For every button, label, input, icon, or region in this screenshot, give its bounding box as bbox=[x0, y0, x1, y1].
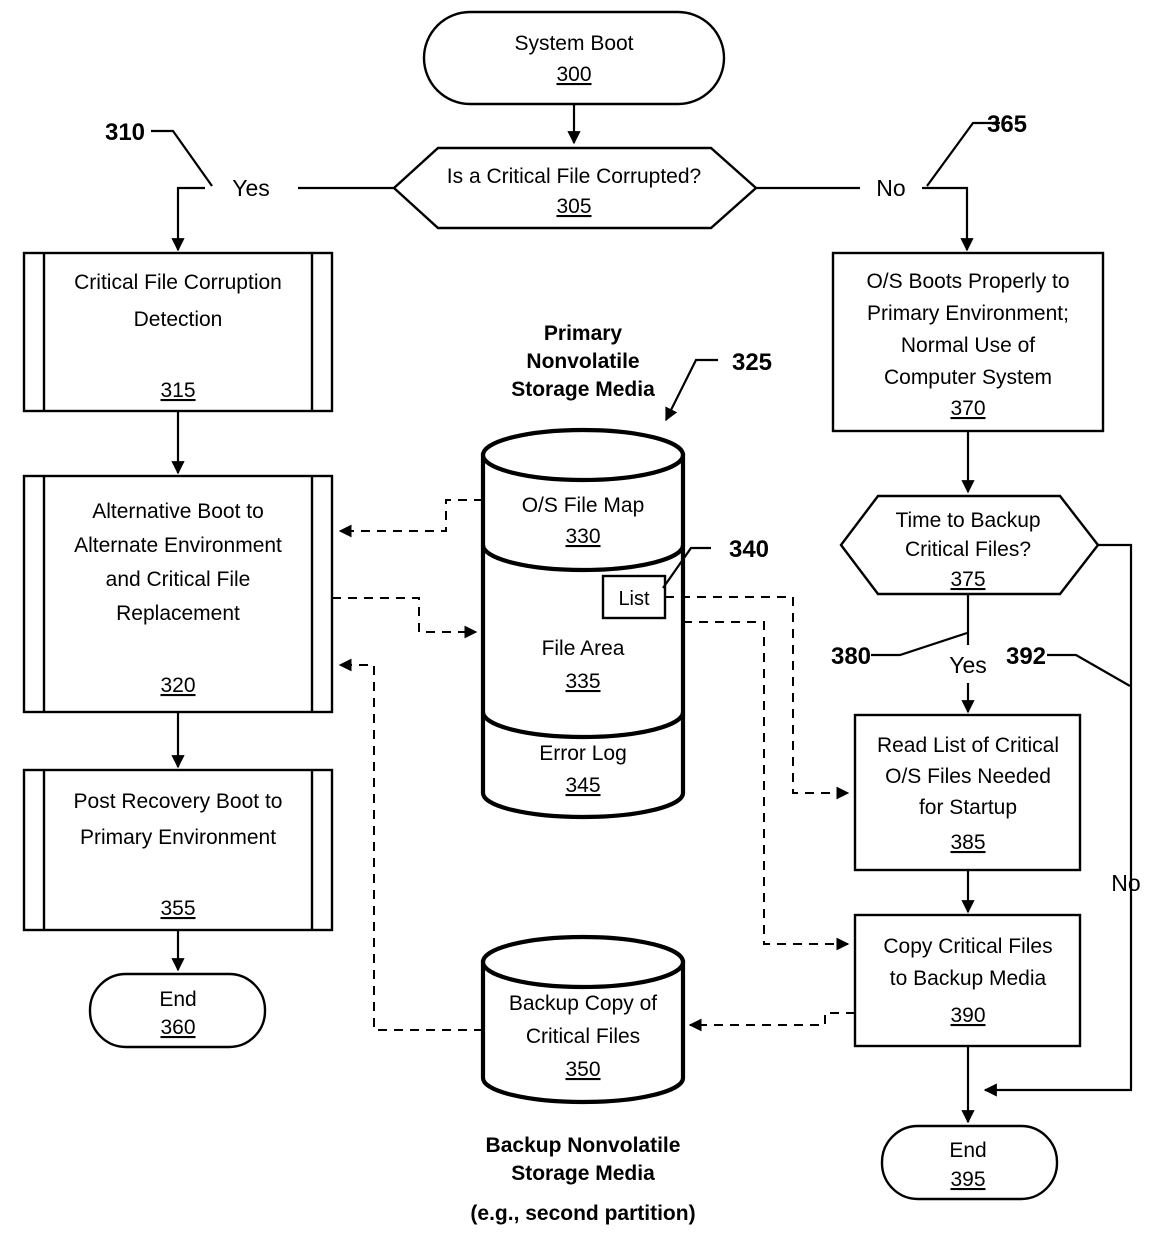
primary-segment-2-ref: 335 bbox=[565, 670, 600, 693]
callout-310-leader bbox=[151, 129, 213, 187]
callout-325-leader bbox=[665, 358, 718, 422]
alternative-boot-line4: Replacement bbox=[116, 602, 240, 625]
end-left-ref: 360 bbox=[160, 1016, 195, 1039]
primary-caption-line2: Nonvolatile bbox=[526, 350, 639, 373]
system-boot-shape bbox=[422, 10, 726, 106]
decision-corrupted-ref: 305 bbox=[556, 195, 591, 218]
primary-segment-1-ref: 330 bbox=[565, 525, 600, 548]
dataflow-copyfiles-to-backupcopy bbox=[688, 1012, 855, 1032]
system-boot-ref: 300 bbox=[556, 63, 591, 86]
copy-files-ref: 390 bbox=[950, 1004, 985, 1027]
alternative-boot-line1: Alternative Boot to bbox=[92, 500, 264, 523]
post-recovery-line2: Primary Environment bbox=[80, 826, 276, 849]
os-boots-line1: O/S Boots Properly to bbox=[866, 270, 1069, 293]
callout-325: 325 bbox=[732, 349, 772, 376]
read-list-ref: 385 bbox=[950, 831, 985, 854]
primary-segment-1-label: O/S File Map bbox=[522, 494, 645, 517]
node-end-right[interactable]: End 395 bbox=[880, 1124, 1059, 1201]
decision-backup-ref: 375 bbox=[950, 568, 985, 591]
copy-files-line2: to Backup Media bbox=[890, 967, 1047, 990]
dataflow-filearea-to-copyfiles bbox=[683, 621, 850, 951]
alternative-boot-ref: 320 bbox=[160, 674, 195, 697]
backup-label-line1: Backup Copy of bbox=[509, 992, 657, 1015]
backup-caption-line1: Backup Nonvolatile bbox=[486, 1134, 681, 1157]
backup-storage-caption: Backup Nonvolatile Storage Media (e.g., … bbox=[470, 1134, 695, 1225]
callout-365: 365 bbox=[987, 111, 1027, 138]
dataflow-altboot-to-filearea bbox=[332, 597, 478, 639]
node-decision-corrupted[interactable]: Is a Critical File Corrupted? 305 bbox=[392, 146, 758, 230]
primary-segment-2-label: File Area bbox=[542, 637, 625, 660]
primary-segment-3-ref: 345 bbox=[565, 774, 600, 797]
os-boots-line3: Normal Use of bbox=[901, 334, 1035, 357]
callout-340: 340 bbox=[729, 536, 769, 563]
os-boots-line4: Computer System bbox=[884, 366, 1052, 389]
node-system-boot[interactable]: System Boot 300 bbox=[422, 10, 726, 106]
primary-caption-line3: Storage Media bbox=[511, 378, 655, 401]
backup-ref: 350 bbox=[565, 1058, 600, 1081]
connector-yes-to-detection bbox=[171, 186, 205, 252]
list-box[interactable]: List bbox=[601, 574, 667, 620]
corruption-detection-ref: 315 bbox=[160, 379, 195, 402]
backup-caption-line2: Storage Media bbox=[511, 1162, 655, 1185]
dataflow-backupcopy-to-altboot bbox=[338, 658, 483, 1031]
os-boots-line2: Primary Environment; bbox=[867, 302, 1069, 325]
branch-no-right-label: No bbox=[876, 175, 905, 201]
decision-backup-line2: Critical Files? bbox=[905, 538, 1031, 561]
corruption-detection-line1: Critical File Corruption bbox=[74, 271, 282, 294]
backup-label-line2: Critical Files bbox=[526, 1025, 640, 1048]
primary-storage-caption: Primary Nonvolatile Storage Media bbox=[511, 322, 655, 401]
decision-backup-line1: Time to Backup bbox=[895, 509, 1040, 532]
branch-yes-backup-label: Yes bbox=[949, 652, 987, 678]
alternative-boot-line2: Alternate Environment bbox=[74, 534, 282, 557]
dataflow-list-to-readlist bbox=[665, 596, 850, 800]
primary-caption-line1: Primary bbox=[544, 322, 623, 345]
primary-cylinder-top bbox=[480, 427, 686, 483]
flowchart-canvas: System Boot 300 Is a Critical File Corru… bbox=[22, 10, 1141, 1225]
callout-392-leader bbox=[1047, 653, 1131, 687]
connector-no-to-osboots bbox=[922, 186, 974, 252]
node-alternative-boot[interactable]: Alternative Boot to Alternate Environmen… bbox=[22, 474, 334, 714]
branch-no-backup-label: No bbox=[1111, 870, 1140, 896]
callout-310: 310 bbox=[105, 119, 145, 146]
end-right-ref: 395 bbox=[950, 1168, 985, 1191]
dataflow-osfilemap-to-altboot bbox=[338, 499, 483, 538]
post-recovery-line1: Post Recovery Boot to bbox=[74, 790, 283, 813]
copy-files-line1: Copy Critical Files bbox=[883, 935, 1052, 958]
backup-cylinder-top bbox=[480, 934, 686, 990]
callout-380: 380 bbox=[831, 643, 871, 670]
system-boot-label: System Boot bbox=[514, 32, 633, 55]
os-boots-ref: 370 bbox=[950, 397, 985, 420]
node-corruption-detection[interactable]: Critical File Corruption Detection 315 bbox=[22, 251, 334, 413]
alternative-boot-line3: and Critical File bbox=[106, 568, 251, 591]
corruption-detection-line2: Detection bbox=[134, 308, 223, 331]
decision-corrupted-label: Is a Critical File Corrupted? bbox=[447, 165, 701, 188]
backup-caption-line3: (e.g., second partition) bbox=[470, 1202, 695, 1225]
node-read-list[interactable]: Read List of Critical O/S Files Needed f… bbox=[853, 713, 1082, 872]
node-os-boots-properly[interactable]: O/S Boots Properly to Primary Environmen… bbox=[831, 251, 1105, 433]
list-box-label: List bbox=[618, 588, 650, 610]
read-list-line2: O/S Files Needed bbox=[885, 765, 1051, 788]
primary-storage-cylinder[interactable]: O/S File Map 330 File Area 335 Error Log… bbox=[480, 427, 686, 820]
read-list-line3: for Startup bbox=[919, 796, 1017, 819]
primary-segment-3-label: Error Log bbox=[539, 742, 627, 765]
node-end-left[interactable]: End 360 bbox=[88, 972, 267, 1049]
branch-yes-left-label: Yes bbox=[232, 175, 270, 201]
node-decision-time-to-backup[interactable]: Time to Backup Critical Files? 375 bbox=[839, 494, 1100, 596]
read-list-line1: Read List of Critical bbox=[877, 734, 1059, 757]
end-left-label: End bbox=[159, 988, 196, 1011]
node-post-recovery-boot[interactable]: Post Recovery Boot to Primary Environmen… bbox=[22, 768, 334, 932]
node-copy-critical-files[interactable]: Copy Critical Files to Backup Media 390 bbox=[853, 913, 1082, 1048]
backup-storage-cylinder[interactable]: Backup Copy of Critical Files 350 bbox=[480, 934, 686, 1105]
end-right-label: End bbox=[949, 1139, 986, 1162]
callout-392: 392 bbox=[1006, 643, 1046, 670]
post-recovery-ref: 355 bbox=[160, 897, 195, 920]
